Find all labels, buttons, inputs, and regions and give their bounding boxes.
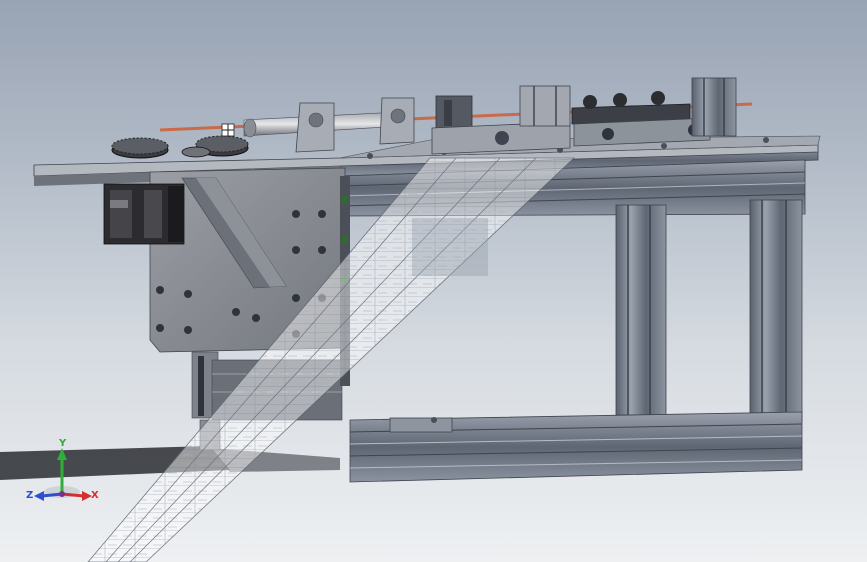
triad-icon[interactable]: Y X Z: [20, 438, 100, 510]
cursor-icon: [221, 123, 235, 137]
y-axis-arrow: [57, 448, 67, 460]
stepper-motor[interactable]: [103, 183, 185, 245]
cad-viewport[interactable]: [0, 0, 867, 562]
x-axis-label: X: [91, 490, 99, 501]
z-axis-arrow: [34, 491, 44, 501]
z-axis-line: [41, 492, 63, 498]
z-axis-label: Z: [26, 490, 33, 501]
drive-gears[interactable]: [111, 135, 249, 159]
y-axis-label: Y: [58, 438, 67, 449]
x-axis-line: [61, 492, 85, 498]
